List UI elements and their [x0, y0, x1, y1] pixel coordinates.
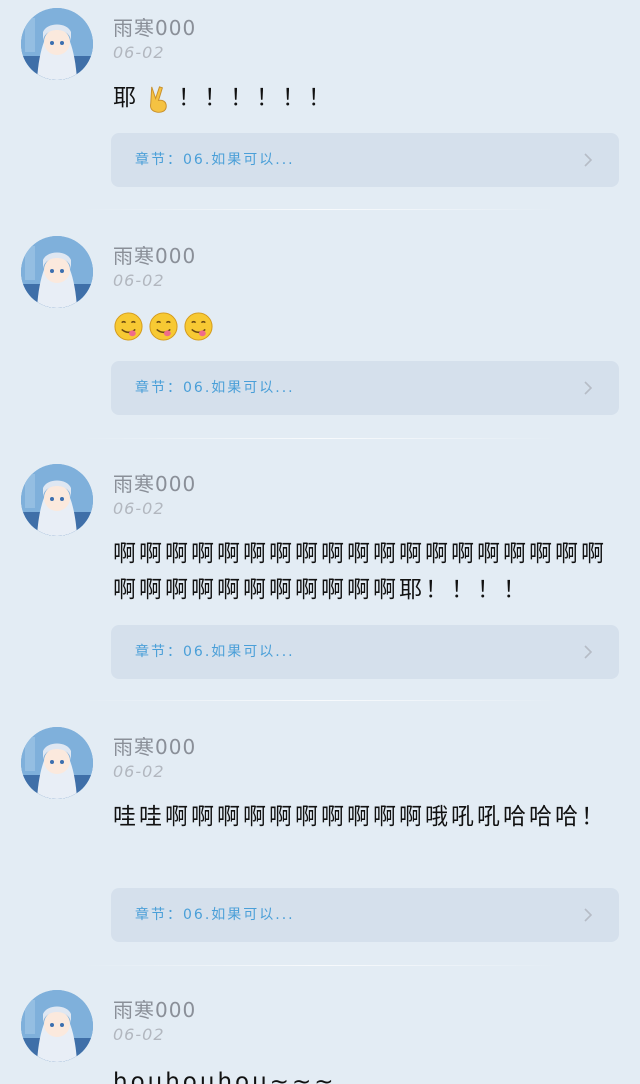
chevron-right-icon: [584, 645, 593, 659]
username[interactable]: 雨寒000: [113, 994, 196, 1023]
chapter-title: 06.如果可以...: [183, 380, 295, 396]
yum-face-icon: [184, 312, 213, 341]
comment-item: 雨寒000 06-02 哇哇啊啊啊啊啊啊啊啊啊啊哦吼吼哈哈哈！ 章节： 06.如…: [0, 719, 640, 966]
avatar[interactable]: [21, 8, 93, 80]
chapter-label: 章节：: [135, 907, 183, 923]
chapter-title: 06.如果可以...: [183, 907, 295, 923]
comment-text-body: 耶: [113, 85, 139, 111]
comment-date: 06-02: [113, 1025, 165, 1044]
yum-face-icon: [114, 312, 143, 341]
divider: [80, 965, 560, 966]
comment-date: 06-02: [113, 271, 165, 290]
divider: [80, 209, 560, 210]
comment-text: [113, 308, 613, 344]
comment-text: 啊啊啊啊啊啊啊啊啊啊啊啊啊啊啊啊啊啊啊啊啊啊啊啊啊啊啊啊啊啊耶！！！！: [113, 541, 607, 603]
comment-text-suffix: ！！！！！！: [178, 85, 334, 111]
yum-face-icon: [149, 312, 178, 341]
chapter-label: 章节：: [135, 380, 183, 396]
chapter-link[interactable]: 章节： 06.如果可以...: [111, 361, 619, 415]
comment-date: 06-02: [113, 762, 165, 781]
comment-text: 耶 ！！！！！！: [113, 80, 613, 116]
divider: [80, 438, 560, 439]
chapter-link[interactable]: 章节： 06.如果可以...: [111, 133, 619, 187]
comment-date: 06-02: [113, 43, 165, 62]
chevron-right-icon: [584, 381, 593, 395]
avatar[interactable]: [21, 236, 93, 308]
chapter-label: 章节：: [135, 152, 183, 168]
victory-hand-icon: [150, 86, 167, 113]
chapter-label: 章节：: [135, 644, 183, 660]
username[interactable]: 雨寒000: [113, 468, 196, 497]
username[interactable]: 雨寒000: [113, 731, 196, 760]
comment-item: 雨寒000 06-02 耶 ！！！！！！ 章节： 06.如果可以...: [0, 0, 640, 210]
chevron-right-icon: [584, 153, 593, 167]
divider: [80, 700, 560, 701]
avatar[interactable]: [21, 727, 93, 799]
comment-feed: 雨寒000 06-02 耶 ！！！！！！ 章节： 06.如果可以... 雨寒00…: [0, 0, 640, 1084]
chapter-link[interactable]: 章节： 06.如果可以...: [111, 625, 619, 679]
chevron-right-icon: [584, 908, 593, 922]
comment-text: houhouhou~~~: [113, 1069, 337, 1084]
comment-item: 雨寒000 06-02 啊啊啊啊啊啊啊啊啊啊啊啊啊啊啊啊啊啊啊啊啊啊啊啊啊啊啊啊…: [0, 456, 640, 701]
comment-item: 雨寒000 06-02 章节： 06.如果可以...: [0, 228, 640, 439]
comment-text: 哇哇啊啊啊啊啊啊啊啊啊啊哦吼吼哈哈哈！: [113, 804, 607, 830]
chapter-title: 06.如果可以...: [183, 152, 295, 168]
avatar[interactable]: [21, 464, 93, 536]
chapter-link[interactable]: 章节： 06.如果可以...: [111, 888, 619, 942]
comment-date: 06-02: [113, 499, 165, 518]
username[interactable]: 雨寒000: [113, 12, 196, 41]
comment-item: 雨寒000 06-02 houhouhou~~~: [0, 982, 640, 1084]
avatar[interactable]: [21, 990, 93, 1062]
username[interactable]: 雨寒000: [113, 240, 196, 269]
chapter-title: 06.如果可以...: [183, 644, 295, 660]
